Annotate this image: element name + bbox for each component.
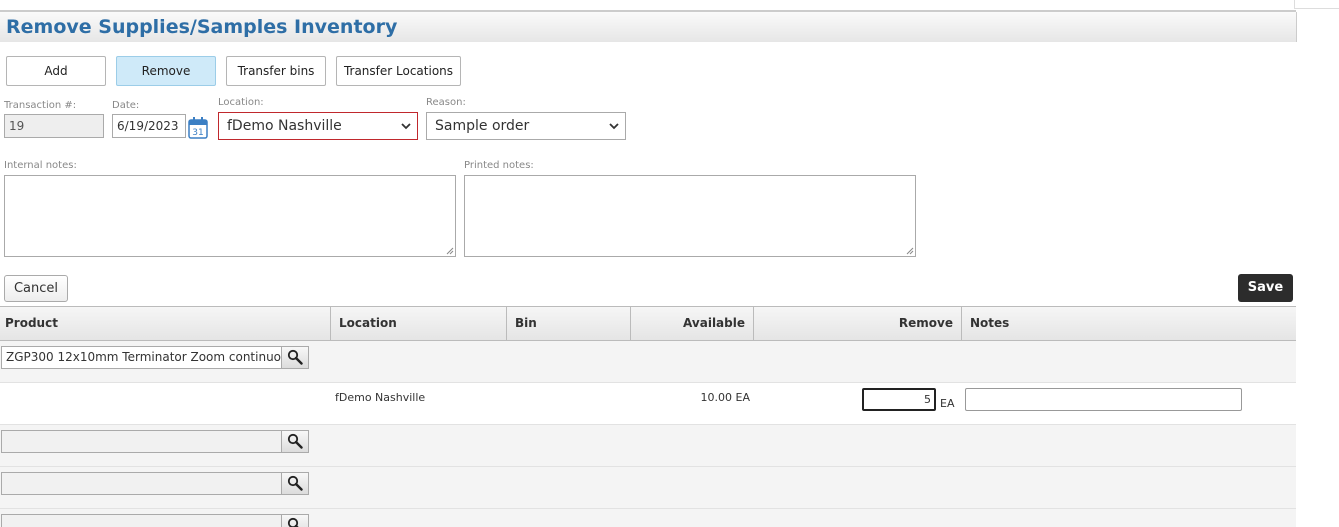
column-header-remove[interactable]: Remove [754, 307, 962, 340]
printed-notes-textarea[interactable] [464, 175, 916, 257]
search-icon[interactable] [281, 431, 308, 452]
remove-button[interactable]: Remove [116, 56, 216, 86]
column-header-notes[interactable]: Notes [962, 307, 1296, 340]
page-header: Remove Supplies/Samples Inventory [0, 12, 1297, 42]
cancel-button[interactable]: Cancel [4, 275, 68, 302]
table-row: ZGP300 12x10mm Terminator Zoom continuou… [0, 341, 1296, 383]
table-row [0, 509, 1296, 527]
reason-select-value: Sample order [435, 118, 530, 134]
table-row [0, 467, 1296, 509]
product-input[interactable] [1, 430, 309, 453]
column-header-location[interactable]: Location [331, 307, 507, 340]
product-input[interactable]: ZGP300 12x10mm Terminator Zoom continuou… [1, 346, 309, 369]
printed-notes-label: Printed notes: [464, 160, 534, 171]
column-header-bin[interactable]: Bin [507, 307, 631, 340]
remove-unit: EA [940, 397, 955, 410]
location-select-value: fDemo Nashville [227, 118, 342, 134]
date-label: Date: [112, 100, 140, 111]
search-icon[interactable] [281, 473, 308, 494]
product-input[interactable] [1, 514, 309, 527]
save-button[interactable]: Save [1238, 274, 1293, 302]
location-label: Location: [218, 97, 264, 108]
svg-text:31: 31 [192, 128, 203, 138]
row-available: 10.00 EA [700, 391, 750, 404]
search-icon[interactable] [281, 515, 308, 527]
transfer-bins-button[interactable]: Transfer bins [226, 56, 326, 86]
calendar-icon[interactable]: 31 [188, 117, 208, 139]
grid-header: Product Location Bin Available Remove No… [0, 306, 1296, 341]
transaction-field: 19 [4, 114, 104, 138]
column-header-product[interactable]: Product [0, 307, 331, 340]
transaction-label: Transaction #: [4, 100, 77, 111]
remove-quantity-input[interactable]: 5 [862, 388, 936, 411]
table-row: fDemo Nashville 10.00 EA 5 EA [0, 383, 1296, 425]
column-header-available[interactable]: Available [631, 307, 754, 340]
search-icon[interactable] [281, 347, 308, 368]
page-title: Remove Supplies/Samples Inventory [6, 16, 398, 38]
chevron-down-icon [401, 123, 411, 130]
window-corner [1294, 0, 1339, 9]
transfer-locations-button[interactable]: Transfer Locations [336, 56, 461, 86]
internal-notes-label: Internal notes: [4, 160, 77, 171]
row-location: fDemo Nashville [335, 391, 426, 404]
resize-grip-icon[interactable] [906, 247, 914, 255]
reason-select[interactable]: Sample order [426, 112, 626, 140]
add-button[interactable]: Add [6, 56, 106, 86]
location-select[interactable]: fDemo Nashville [218, 112, 418, 140]
date-field[interactable]: 6/19/2023 [112, 114, 186, 138]
reason-label: Reason: [426, 97, 466, 108]
chevron-down-icon [609, 123, 619, 130]
product-input-value: ZGP300 12x10mm Terminator Zoom continuou… [6, 350, 309, 364]
row-notes-input[interactable] [965, 388, 1242, 411]
product-input[interactable] [1, 472, 309, 495]
resize-grip-icon[interactable] [446, 247, 454, 255]
internal-notes-textarea[interactable] [4, 175, 456, 257]
table-row [0, 425, 1296, 467]
